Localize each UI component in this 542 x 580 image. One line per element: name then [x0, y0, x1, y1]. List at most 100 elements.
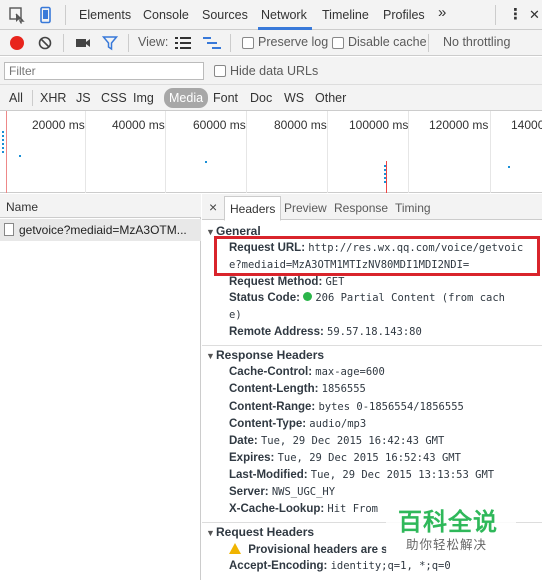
large-rows-icon[interactable]	[175, 37, 191, 52]
header-value: Tue, 29 Dec 2015 13:13:53 GMT	[310, 469, 495, 481]
type-filter-css[interactable]: CSS	[101, 91, 127, 105]
provisional-warning-text: Provisional headers are s	[248, 544, 388, 556]
type-filter-media[interactable]: Media	[164, 88, 209, 108]
menu-button[interactable]: ⋮	[508, 5, 523, 23]
header-value: audio/mp3	[309, 418, 367, 430]
gridline	[327, 111, 328, 193]
header-value: 59.57.18.143:80	[327, 326, 422, 338]
tab-timing[interactable]: Timing	[395, 201, 431, 215]
type-filter-all[interactable]: All	[9, 91, 23, 105]
response-header-row: Server: NWS_UGC_HY	[229, 486, 335, 498]
response-header-row: Cache-Control: max-age=600	[229, 366, 385, 378]
filter-icon[interactable]	[101, 35, 119, 54]
type-filter-xhr[interactable]: XHR	[40, 91, 66, 105]
hide-data-urls-label: Hide data URLs	[230, 64, 319, 78]
filter-input[interactable]	[4, 62, 204, 80]
divider	[230, 34, 231, 52]
inspect-element-icon[interactable]	[8, 6, 26, 24]
status-code-value: 206 Partial Content (from cach	[315, 292, 505, 304]
request-header-row: Accept-Encoding: identity;q=1, *;q=0	[229, 560, 451, 572]
section-divider	[202, 345, 542, 346]
remote-address-row: Remote Address: 59.57.18.143:80	[229, 326, 422, 338]
type-filter-doc[interactable]: Doc	[250, 91, 272, 105]
divider	[63, 34, 64, 52]
gridline	[165, 111, 166, 193]
resource-type-filters: All XHR JS CSS Img Media Font Doc WS Oth…	[0, 85, 542, 111]
tab-profiles[interactable]: Profiles	[383, 8, 425, 22]
requests-cluster	[2, 131, 5, 153]
close-detail-button[interactable]: ×	[209, 199, 217, 215]
header-key: Content-Range:	[229, 401, 316, 413]
tab-sources[interactable]: Sources	[202, 8, 248, 22]
divider	[32, 90, 33, 106]
status-code-row: Status Code: 206 Partial Content (from c…	[229, 292, 505, 304]
provisional-warning-row: Provisional headers are s	[229, 543, 388, 556]
record-button[interactable]	[10, 36, 24, 50]
detail-tabs: × Headers Preview Response Timing	[202, 194, 542, 221]
status-code-value-cont: e)	[229, 309, 242, 321]
status-code-row-cont: e)	[229, 309, 242, 321]
tab-elements[interactable]: Elements	[79, 8, 131, 22]
gridline	[246, 111, 247, 193]
header-value: Tue, 29 Dec 2015 16:52:43 GMT	[277, 452, 461, 464]
disable-cache-checkbox[interactable]	[332, 37, 344, 49]
throttling-select[interactable]: No throttling	[443, 35, 510, 49]
request-method-row: Request Method: GET	[229, 276, 344, 288]
hide-data-urls-checkbox[interactable]	[214, 65, 226, 77]
response-header-row: Expires: Tue, 29 Dec 2015 16:52:43 GMT	[229, 452, 461, 464]
header-key: Accept-Encoding:	[229, 560, 328, 572]
header-value: GET	[325, 276, 345, 288]
watermark: 百科全说 助你轻松解决	[386, 498, 516, 558]
response-headers-toggle[interactable]: ▼Response Headers	[206, 348, 324, 362]
clear-icon[interactable]	[37, 35, 53, 54]
request-dot	[384, 165, 386, 167]
type-filter-font[interactable]: Font	[213, 91, 238, 105]
tab-response[interactable]: Response	[334, 201, 388, 215]
view-label: View:	[138, 35, 169, 49]
more-tabs-button[interactable]: »	[438, 4, 446, 21]
tab-network[interactable]: Network	[261, 8, 307, 22]
tick-label: 40000 ms	[112, 118, 165, 132]
response-header-row: Content-Range: bytes 0-1856554/1856555	[229, 401, 464, 413]
name-column-header[interactable]: Name	[0, 194, 201, 218]
response-headers-title: Response Headers	[216, 348, 325, 362]
capture-screenshots-icon[interactable]	[75, 36, 91, 53]
divider	[128, 34, 129, 52]
tab-preview[interactable]: Preview	[284, 201, 327, 215]
close-devtools-button[interactable]: ✕	[529, 7, 540, 23]
warning-icon	[229, 543, 241, 554]
request-headers-title: Request Headers	[216, 525, 315, 539]
type-filter-other[interactable]: Other	[315, 91, 346, 105]
response-header-row: X-Cache-Lookup: Hit From	[229, 503, 378, 515]
request-dot	[19, 155, 21, 157]
header-value: identity;q=1, *;q=0	[330, 560, 451, 572]
header-key: Status Code:	[229, 292, 300, 304]
header-key: Date:	[229, 435, 258, 447]
device-mode-icon[interactable]	[36, 6, 54, 24]
request-headers-toggle[interactable]: ▼Request Headers	[206, 525, 314, 539]
requests-cluster	[384, 169, 387, 183]
header-key: Last-Modified:	[229, 469, 308, 481]
tab-timeline[interactable]: Timeline	[322, 8, 369, 22]
response-header-row: Date: Tue, 29 Dec 2015 16:42:43 GMT	[229, 435, 444, 447]
tick-label: 60000 ms	[193, 118, 246, 132]
watermark-title: 百科全说	[398, 509, 498, 536]
request-row[interactable]: getvoice?mediaid=MzA3OTM...	[0, 219, 201, 241]
header-value: Hit From	[327, 503, 378, 515]
network-overview[interactable]: 20000 ms 40000 ms 60000 ms 80000 ms 1000…	[0, 111, 542, 193]
request-list: Name getvoice?mediaid=MzA3OTM...	[0, 194, 201, 580]
type-filter-ws[interactable]: WS	[284, 91, 304, 105]
preserve-log-checkbox[interactable]	[242, 37, 254, 49]
type-filter-img[interactable]: Img	[133, 91, 154, 105]
devtools-tab-bar: Elements Console Sources Network Timelin…	[0, 0, 542, 30]
header-key: Expires:	[229, 452, 275, 464]
header-value: max-age=600	[315, 366, 385, 378]
request-dot	[205, 161, 207, 163]
overview-icon[interactable]	[203, 37, 221, 52]
tab-headers[interactable]: Headers	[224, 196, 282, 221]
request-name: getvoice?mediaid=MzA3OTM...	[19, 223, 187, 237]
type-filter-js[interactable]: JS	[76, 91, 91, 105]
tab-console[interactable]: Console	[143, 8, 189, 22]
header-key: Server:	[229, 486, 269, 498]
header-key: Cache-Control:	[229, 366, 313, 378]
